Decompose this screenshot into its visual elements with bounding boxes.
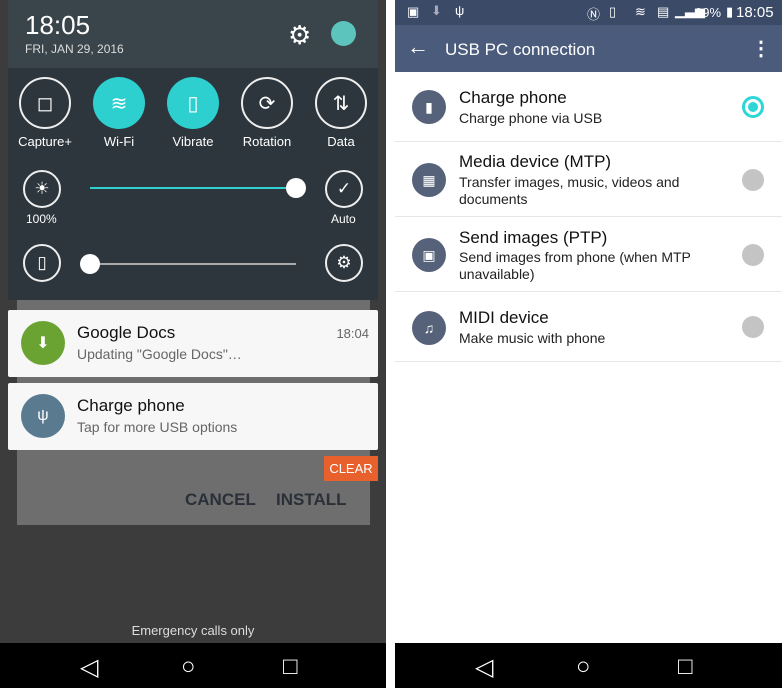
notification-google-docs[interactable]: ⬇ Google Docs Updating "Google Docs"… 18… — [8, 310, 378, 377]
volume-slider-thumb[interactable] — [80, 254, 100, 274]
cancel-button[interactable]: CANCEL — [185, 490, 256, 510]
back-icon[interactable]: ◁ — [80, 653, 98, 682]
option-subtitle: Charge phone via USB — [459, 110, 603, 126]
vibrate-icon[interactable]: ▯ — [167, 77, 219, 129]
capture-plus-icon[interactable]: ◻ — [19, 77, 71, 129]
download-notification-icon: ⬇ — [431, 3, 442, 18]
vibrate-status-icon: ▯ — [609, 4, 617, 19]
brightness-slider-thumb[interactable] — [286, 178, 306, 198]
radio-unselected[interactable] — [742, 169, 764, 191]
wifi-icon[interactable]: ≋ — [93, 77, 145, 129]
notification-subtitle: Updating "Google Docs"… — [77, 346, 242, 362]
recents-icon[interactable]: □ — [678, 653, 693, 681]
brightness-slider[interactable] — [90, 187, 296, 189]
option-midi-device[interactable]: ♫ MIDI device Make music with phone — [395, 292, 782, 362]
image-icon: ▣ — [412, 238, 446, 272]
option-media-device[interactable]: ▦ Media device (MTP) Transfer images, mu… — [395, 142, 782, 217]
user-avatar-icon[interactable] — [331, 21, 356, 46]
page-title: USB PC connection — [445, 40, 596, 59]
usb-settings-screen: ▣ ⬇ ψ Ⓝ ▯ ≋ ▤ ▁▃▅ 99% ▮ 18:05 ← USB PC c… — [395, 0, 782, 688]
notification-shade-screen: CANCEL INSTALL 18:05 FRI, JAN 29, 2016 ⚙… — [0, 0, 386, 688]
download-icon: ⬇ — [21, 321, 65, 365]
notification-title: Charge phone — [77, 396, 185, 415]
home-icon[interactable]: ○ — [576, 653, 591, 681]
nfc-icon: Ⓝ — [587, 7, 601, 22]
battery-percent: 99% — [695, 5, 722, 20]
notification-time: 18:04 — [336, 326, 369, 341]
quick-settings-header: 18:05 FRI, JAN 29, 2016 ⚙ — [8, 0, 378, 68]
auto-label: Auto — [331, 212, 356, 226]
clear-button[interactable]: CLEAR — [324, 456, 378, 481]
tile-label: Rotation — [242, 134, 292, 149]
radio-selected[interactable] — [742, 96, 764, 118]
brightness-label: 100% — [26, 212, 57, 226]
navigation-bar: ◁ ○ □ — [395, 643, 782, 688]
wifi-status-icon: ≋ — [635, 4, 646, 19]
back-arrow-icon[interactable]: ← — [407, 34, 429, 60]
data-toggle-icon[interactable]: ⇅ — [315, 77, 367, 129]
radio-unselected[interactable] — [742, 244, 764, 266]
tile-label: Wi-Fi — [103, 134, 135, 149]
notification-title: Google Docs — [77, 323, 176, 342]
notification-charge-phone[interactable]: ψ Charge phone Tap for more USB options — [8, 383, 378, 450]
install-button[interactable]: INSTALL — [276, 490, 347, 510]
clock: 18:05 — [25, 10, 91, 40]
option-subtitle: Send images from phone (when MTP unavail… — [459, 249, 691, 282]
option-subtitle: Make music with phone — [459, 330, 606, 346]
option-title: Charge phone — [459, 88, 567, 107]
option-charge-phone[interactable]: ▮ Charge phone Charge phone via USB — [395, 72, 782, 142]
date: FRI, JAN 29, 2016 — [25, 42, 124, 56]
tile-label: Capture+ — [18, 134, 72, 149]
recents-icon[interactable]: □ — [283, 653, 298, 681]
image-notification-icon: ▣ — [407, 4, 420, 19]
toolbar: ← USB PC connection ⋮ — [395, 25, 782, 72]
option-title: Media device (MTP) — [459, 152, 612, 171]
more-options-icon[interactable]: ⋮ — [751, 36, 771, 61]
battery-charge-icon: ▮ — [412, 90, 446, 124]
volume-slider[interactable] — [90, 263, 296, 265]
back-icon[interactable]: ◁ — [475, 653, 493, 682]
auto-brightness-check-icon[interactable]: ✓ — [325, 170, 363, 208]
radio-unselected[interactable] — [742, 316, 764, 338]
option-subtitle: Transfer images, music, videos and docum… — [459, 174, 680, 207]
sound-settings-gear-icon[interactable]: ⚙ — [325, 244, 363, 282]
music-note-icon: ♫ — [412, 311, 446, 345]
media-device-icon: ▦ — [412, 163, 446, 197]
option-title: MIDI device — [459, 308, 549, 327]
emergency-calls-text: Emergency calls only — [131, 623, 255, 638]
status-time: 18:05 — [736, 4, 774, 21]
option-title: Send images (PTP) — [459, 228, 608, 247]
usb-icon: ψ — [21, 394, 65, 438]
no-sim-icon: ▤ — [657, 4, 670, 19]
battery-icon: ▮ — [726, 4, 734, 19]
settings-gear-icon[interactable]: ⚙ — [288, 20, 311, 51]
brightness-icon: ☀ — [23, 170, 61, 208]
navigation-bar: ◁ ○ □ — [0, 643, 386, 688]
notification-subtitle: Tap for more USB options — [77, 419, 238, 435]
tile-label: Vibrate — [172, 134, 214, 149]
quick-settings-panel: 18:05 FRI, JAN 29, 2016 ⚙ ◻ ≋ ▯ ⟳ ⇅ Capt… — [8, 0, 378, 300]
status-bar: ▣ ⬇ ψ Ⓝ ▯ ≋ ▤ ▁▃▅ 99% ▮ 18:05 — [395, 0, 782, 25]
tile-label: Data — [327, 134, 355, 149]
home-icon[interactable]: ○ — [181, 653, 196, 681]
vibrate-volume-icon: ▯ — [23, 244, 61, 282]
rotation-icon[interactable]: ⟳ — [241, 77, 293, 129]
option-send-images[interactable]: ▣ Send images (PTP) Send images from pho… — [395, 217, 782, 292]
usb-notification-icon: ψ — [455, 3, 465, 18]
